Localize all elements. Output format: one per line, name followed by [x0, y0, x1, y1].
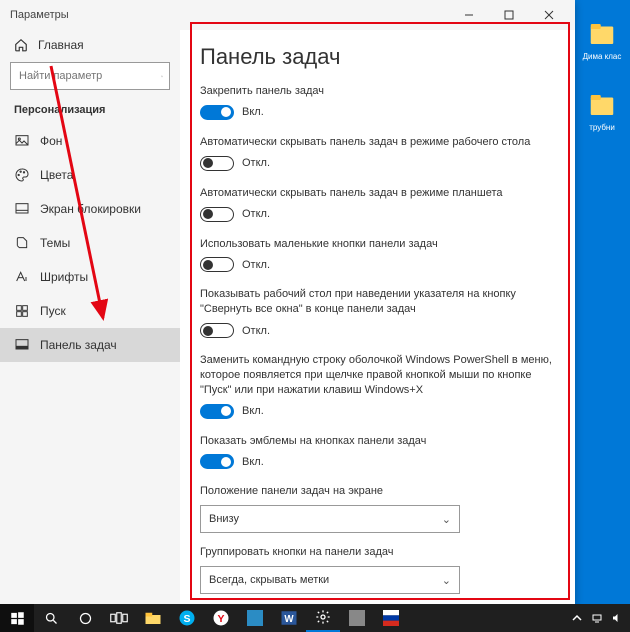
- system-taskbar: S Y W: [0, 604, 630, 632]
- tray-network-icon[interactable]: [590, 611, 604, 625]
- sidebar-item-label: Темы: [40, 236, 70, 250]
- option-label: Показать эмблемы на кнопках панели задач: [200, 434, 555, 449]
- toggle-state: Вкл.: [242, 106, 264, 118]
- tray-volume-icon[interactable]: [610, 611, 624, 625]
- toggle-state: Вкл.: [242, 405, 264, 417]
- sidebar-item-label: Панель задач: [40, 338, 117, 352]
- sidebar-item-label: Шрифты: [40, 270, 88, 284]
- toggle-state: Вкл.: [242, 456, 264, 468]
- group-label: Группировать кнопки на панели задач: [200, 545, 555, 560]
- toggle-state: Откл.: [242, 208, 270, 220]
- sidebar-item-fonts[interactable]: Шрифты: [0, 260, 180, 294]
- sidebar-item-lockscreen[interactable]: Экран блокировки: [0, 192, 180, 226]
- window-title: Параметры: [10, 9, 449, 21]
- desktop-icon-area: Дима клас трубни: [578, 18, 626, 132]
- select-value: Всегда, скрывать метки: [209, 574, 329, 586]
- home-link[interactable]: Главная: [0, 30, 180, 62]
- select-value: Внизу: [209, 513, 239, 525]
- toggle-badges[interactable]: Вкл.: [200, 454, 264, 469]
- option-label: Автоматически скрывать панель задач в ре…: [200, 186, 555, 201]
- taskbar-app-yandex[interactable]: Y: [204, 604, 238, 632]
- chevron-down-icon: ⌄: [442, 513, 451, 526]
- toggle-powershell[interactable]: Вкл.: [200, 404, 264, 419]
- titlebar: Параметры: [0, 0, 575, 30]
- cortana-button[interactable]: [68, 604, 102, 632]
- svg-text:W: W: [284, 614, 294, 625]
- option-label: Автоматически скрывать панель задач в ре…: [200, 135, 555, 150]
- sidebar: Главная Персонализация Фон Цвета Экран б…: [0, 30, 180, 605]
- lockscreen-icon: [14, 201, 30, 217]
- home-icon: [14, 38, 28, 52]
- sidebar-item-label: Фон: [40, 134, 62, 148]
- toggle-state: Откл.: [242, 259, 270, 271]
- option-label: Закрепить панель задач: [200, 84, 555, 99]
- toggle-autohide-tablet[interactable]: Откл.: [200, 207, 270, 222]
- sidebar-item-themes[interactable]: Темы: [0, 226, 180, 260]
- content-pane: Панель задач Закрепить панель задач Вкл.…: [180, 30, 575, 605]
- taskbar-app-skype[interactable]: S: [170, 604, 204, 632]
- toggle-autohide-desktop[interactable]: Откл.: [200, 156, 270, 171]
- task-view-button[interactable]: [102, 604, 136, 632]
- sidebar-item-taskbar[interactable]: Панель задач: [0, 328, 180, 362]
- minimize-button[interactable]: [449, 1, 489, 29]
- flag-icon: [383, 610, 399, 626]
- palette-icon: [14, 167, 30, 183]
- start-button[interactable]: [0, 604, 34, 632]
- gear-icon: [315, 609, 331, 625]
- sidebar-item-label: Экран блокировки: [40, 202, 141, 216]
- search-icon: [161, 70, 163, 83]
- toggle-state: Откл.: [242, 157, 270, 169]
- desktop-icon[interactable]: Дима клас: [583, 18, 622, 61]
- toggle-state: Откл.: [242, 325, 270, 337]
- themes-icon: [14, 235, 30, 251]
- tray-chevron-up-icon[interactable]: [570, 611, 584, 625]
- sidebar-item-colors[interactable]: Цвета: [0, 158, 180, 192]
- system-tray: [570, 611, 630, 625]
- taskbar-app-word[interactable]: W: [272, 604, 306, 632]
- page-title: Панель задач: [200, 44, 555, 70]
- sidebar-item-label: Пуск: [40, 304, 66, 318]
- taskbar-icon: [14, 337, 30, 353]
- svg-text:S: S: [183, 613, 190, 625]
- taskbar-app-generic[interactable]: [238, 604, 272, 632]
- search-input[interactable]: [19, 70, 161, 82]
- home-label: Главная: [38, 38, 84, 52]
- skype-icon: S: [178, 609, 196, 627]
- folder-icon: [144, 610, 162, 626]
- toggle-small-buttons[interactable]: Откл.: [200, 257, 270, 272]
- settings-window: Параметры Главная Персонализация Фон: [0, 0, 575, 605]
- sidebar-item-start[interactable]: Пуск: [0, 294, 180, 328]
- search-input-wrap[interactable]: [10, 62, 170, 90]
- word-icon: W: [280, 609, 298, 627]
- maximize-button[interactable]: [489, 1, 529, 29]
- search-button[interactable]: [34, 604, 68, 632]
- option-label: Использовать маленькие кнопки панели зад…: [200, 237, 555, 252]
- position-label: Положение панели задач на экране: [200, 484, 555, 499]
- svg-text:Y: Y: [217, 613, 224, 625]
- desktop-icon-label: Дима клас: [583, 52, 622, 61]
- yandex-icon: Y: [212, 609, 230, 627]
- section-label: Персонализация: [0, 100, 180, 124]
- start-icon: [14, 303, 30, 319]
- close-button[interactable]: [529, 1, 569, 29]
- chevron-down-icon: ⌄: [442, 574, 451, 587]
- group-select[interactable]: Всегда, скрывать метки ⌄: [200, 566, 460, 594]
- desktop-icon-label: трубни: [589, 123, 615, 132]
- taskbar-app-explorer[interactable]: [136, 604, 170, 632]
- option-label: Показывать рабочий стол при наведении ук…: [200, 287, 555, 317]
- taskbar-app-flag[interactable]: [374, 604, 408, 632]
- taskbar-app-settings[interactable]: [306, 604, 340, 632]
- sidebar-item-label: Цвета: [40, 168, 73, 182]
- sidebar-item-background[interactable]: Фон: [0, 124, 180, 158]
- taskbar-app-gray[interactable]: [340, 604, 374, 632]
- position-select[interactable]: Внизу ⌄: [200, 505, 460, 533]
- fonts-icon: [14, 269, 30, 285]
- option-label: Заменить командную строку оболочкой Wind…: [200, 353, 555, 398]
- desktop-icon[interactable]: трубни: [586, 89, 618, 132]
- toggle-peek-desktop[interactable]: Откл.: [200, 323, 270, 338]
- picture-icon: [14, 133, 30, 149]
- toggle-lock-taskbar[interactable]: Вкл.: [200, 105, 264, 120]
